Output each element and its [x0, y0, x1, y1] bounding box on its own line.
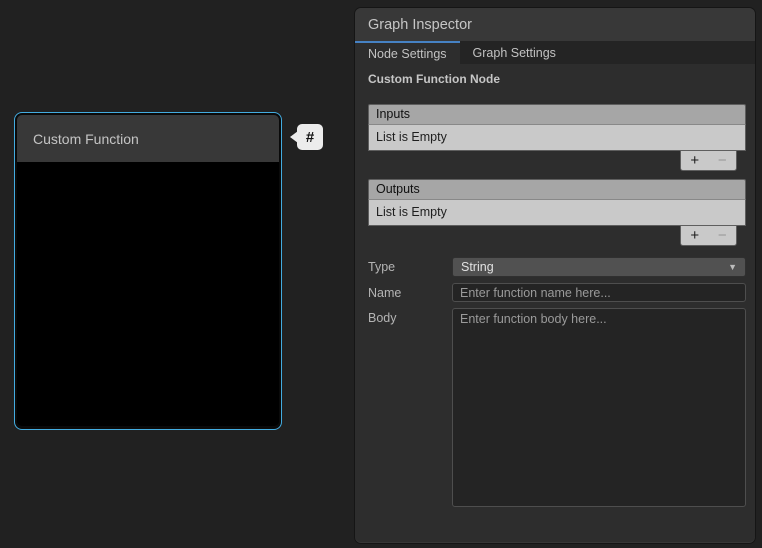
inspector-content: Custom Function Node Inputs List is Empt… — [355, 64, 755, 507]
inputs-list-header: Inputs — [368, 104, 746, 125]
outputs-list-empty-row: List is Empty — [368, 200, 746, 226]
custom-function-node[interactable]: Custom Function — [14, 112, 282, 430]
tab-node-settings-label: Node Settings — [368, 47, 447, 61]
inspector-titlebar[interactable]: Graph Inspector — [355, 8, 755, 41]
node-title: Custom Function — [33, 131, 139, 147]
name-label: Name — [368, 283, 452, 300]
outputs-add-button[interactable]: + — [681, 226, 709, 245]
inspector-title: Graph Inspector — [368, 17, 472, 33]
badge-box[interactable]: # — [297, 124, 323, 150]
type-dropdown-value: String — [461, 260, 494, 274]
function-name-input[interactable] — [452, 283, 746, 302]
type-label: Type — [368, 257, 452, 274]
inputs-list-empty-row: List is Empty — [368, 125, 746, 151]
node-header[interactable]: Custom Function — [17, 115, 279, 162]
node-settings-badge[interactable]: # — [290, 124, 324, 150]
custom-function-form: Type String ▼ Name Body — [368, 257, 746, 507]
tab-graph-settings[interactable]: Graph Settings — [460, 41, 569, 64]
inspector-tab-strip: Node Settings Graph Settings — [355, 41, 755, 64]
graph-inspector-panel: Graph Inspector Node Settings Graph Sett… — [355, 8, 755, 543]
inputs-list: Inputs List is Empty + − — [368, 104, 746, 171]
name-row: Name — [368, 283, 746, 302]
outputs-list: Outputs List is Empty + − — [368, 179, 746, 246]
chevron-down-icon: ▼ — [728, 262, 737, 272]
graph-canvas[interactable]: Custom Function # Graph Inspector Node S… — [0, 0, 762, 548]
function-body-textarea[interactable] — [452, 308, 746, 507]
hash-icon: # — [306, 129, 314, 146]
inputs-remove-button[interactable]: − — [709, 151, 737, 170]
body-label: Body — [368, 308, 452, 325]
type-row: Type String ▼ — [368, 257, 746, 277]
tab-node-settings[interactable]: Node Settings — [355, 41, 460, 64]
outputs-list-footer: + − — [680, 226, 737, 246]
body-row: Body — [368, 308, 746, 507]
inputs-list-footer: + − — [680, 151, 737, 171]
outputs-remove-button[interactable]: − — [709, 226, 737, 245]
outputs-list-header: Outputs — [368, 179, 746, 200]
tab-graph-settings-label: Graph Settings — [473, 46, 556, 60]
inputs-add-button[interactable]: + — [681, 151, 709, 170]
type-dropdown[interactable]: String ▼ — [452, 257, 746, 277]
node-body — [17, 162, 279, 426]
node-settings-heading: Custom Function Node — [368, 72, 746, 86]
